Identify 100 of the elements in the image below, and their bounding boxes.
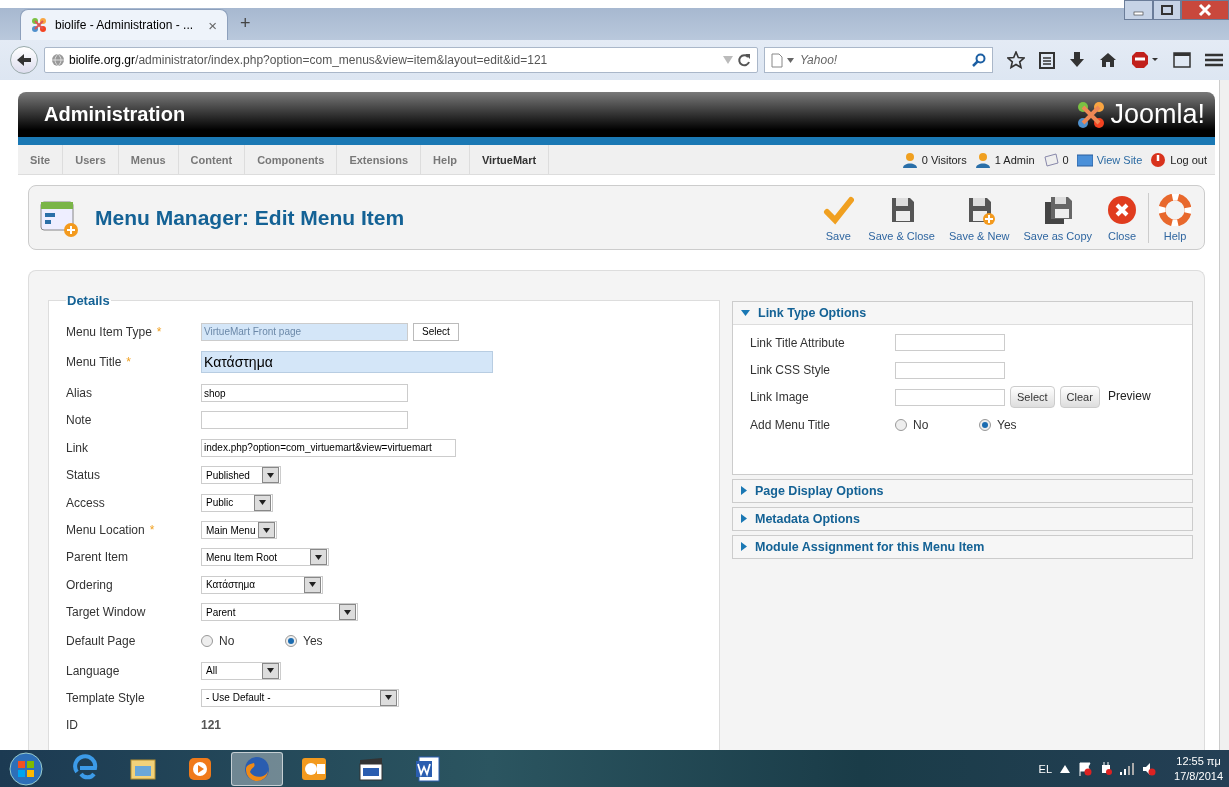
dropdown[interactable]: All [201, 661, 281, 680]
home-icon[interactable] [1099, 52, 1117, 68]
radio-label: Yes [997, 417, 1017, 432]
toolbar-button[interactable]: Save [815, 189, 862, 246]
address-bar[interactable]: biolife.org.gr/administrator/index.php?option=com_menus&view=item&layout=edit&id=121 [44, 47, 758, 73]
menu-item[interactable]: Extensions [337, 145, 422, 174]
document-w-icon [413, 753, 443, 784]
page-icon [771, 52, 783, 68]
field-label: Language [66, 663, 120, 678]
language-indicator[interactable]: EL [1038, 762, 1053, 775]
dropdown[interactable]: - Use Default - [201, 689, 399, 707]
menu-item[interactable]: Menus [118, 145, 179, 174]
dropdown-arrow-icon [259, 500, 266, 506]
radio-button[interactable] [895, 418, 907, 431]
dropdown[interactable]: Menu Item Root [201, 548, 329, 567]
download-arrow-icon[interactable] [1069, 51, 1085, 69]
person-icon [974, 151, 991, 168]
close-icon [1106, 193, 1138, 226]
menu-item[interactable]: Components [245, 145, 338, 174]
up-arrow-icon[interactable] [1060, 764, 1071, 773]
input-field[interactable] [201, 411, 408, 430]
dropdown[interactable]: Public [201, 493, 273, 512]
panel-header[interactable]: Link Type Options [758, 306, 867, 320]
star-icon[interactable] [1007, 51, 1025, 69]
search-icon[interactable] [972, 53, 986, 67]
menu-icon[interactable] [1205, 52, 1223, 68]
image-button[interactable]: Clear [1059, 386, 1100, 409]
window-icon[interactable] [1173, 52, 1191, 68]
menu-item[interactable]: Help [421, 145, 470, 174]
field-label: Menu Title [66, 355, 122, 370]
restore-icon[interactable] [1153, 0, 1181, 20]
input-field[interactable]: index.php?option=com_virtuemart&view=virtuemart [201, 438, 456, 457]
back-arrow-icon [16, 53, 32, 67]
clipboard-icon[interactable] [1039, 51, 1055, 69]
power-plug-icon[interactable] [1100, 761, 1113, 776]
status-link[interactable]: Log out [1170, 153, 1207, 166]
menu-item[interactable]: VirtueMart [469, 145, 550, 174]
field-label: Status [66, 468, 101, 483]
toolbar-button[interactable]: Close [1099, 189, 1145, 246]
power-icon [1150, 151, 1167, 168]
input-field[interactable]: Κατάστημα [201, 351, 493, 374]
field-label: Add Menu Title [750, 417, 831, 432]
radio-button[interactable] [979, 418, 991, 431]
clock[interactable]: 12:55 πμ 17/8/2014 [1174, 754, 1223, 783]
image-button[interactable]: Select [1010, 386, 1055, 409]
dropdown[interactable]: Main Menu [201, 521, 277, 540]
person-icon [901, 151, 918, 168]
browser-tab[interactable]: biolife - Administration - ... × [20, 9, 228, 40]
caret-right-icon [741, 542, 747, 552]
dropdown[interactable]: Published [201, 466, 281, 485]
field-label: Link Title Attribute [750, 335, 845, 350]
back-button[interactable] [10, 46, 38, 74]
speaker-icon[interactable] [1142, 761, 1157, 776]
menu-item[interactable]: Site [18, 145, 64, 174]
input-field[interactable]: shop [201, 384, 408, 403]
radio-label: No [219, 634, 235, 649]
tab-close-button[interactable]: × [208, 16, 217, 34]
dropdown-arrow-icon [787, 57, 794, 63]
new-tab-button[interactable]: + [240, 13, 251, 34]
panel-header[interactable]: Metadata Options [755, 511, 860, 526]
close-icon[interactable] [1181, 0, 1229, 20]
input-field[interactable] [895, 334, 1005, 352]
status-text: 0 [1062, 153, 1069, 166]
reload-icon[interactable] [737, 53, 751, 67]
joomla-logo-icon [1076, 99, 1107, 130]
dropdown-arrow-icon [385, 695, 392, 701]
search-field[interactable]: Yahoo! [764, 47, 993, 73]
toolbar-button[interactable]: Save & New [942, 189, 1017, 246]
flag-icon[interactable] [1078, 761, 1093, 776]
caret-right-icon [741, 486, 747, 496]
input-field[interactable] [895, 361, 1005, 379]
adblock-icon[interactable] [1131, 51, 1159, 69]
caret-right-icon [741, 514, 747, 524]
dropdown-arrow-icon [344, 609, 351, 615]
panel-header[interactable]: Page Display Options [755, 483, 884, 498]
taskbar-app[interactable] [231, 751, 283, 786]
signal-bars-icon[interactable] [1120, 762, 1135, 775]
status-link[interactable]: View Site [1096, 153, 1143, 166]
admin-title: Administration [44, 103, 186, 126]
input-field[interactable] [895, 388, 1005, 406]
dropdown[interactable]: Κατάστημα [201, 575, 323, 594]
field-label: Menu Location [66, 523, 145, 538]
select-button[interactable]: Select [413, 322, 459, 341]
field-label: Access [66, 495, 105, 510]
scrollbar[interactable] [1219, 80, 1229, 750]
menu-item[interactable]: Content [178, 145, 246, 174]
start-orb-icon[interactable] [6, 751, 46, 786]
fieldset-legend: Details [66, 293, 111, 308]
toolbar-button[interactable]: Save & Close [861, 189, 942, 246]
dropdown[interactable]: Parent [201, 603, 358, 622]
toolbar-button[interactable]: Help [1152, 189, 1198, 246]
field-label: ID [66, 718, 78, 733]
menu-item[interactable]: Users [63, 145, 119, 174]
required-mark: * [156, 324, 162, 339]
toolbar-button[interactable]: Save as Copy [1016, 189, 1099, 246]
radio-button[interactable] [285, 635, 297, 648]
dropdown-arrow-icon [263, 527, 270, 533]
preview-label: Preview [1107, 388, 1151, 403]
radio-button[interactable] [201, 635, 213, 648]
dropdown-arrow-icon [315, 554, 322, 560]
